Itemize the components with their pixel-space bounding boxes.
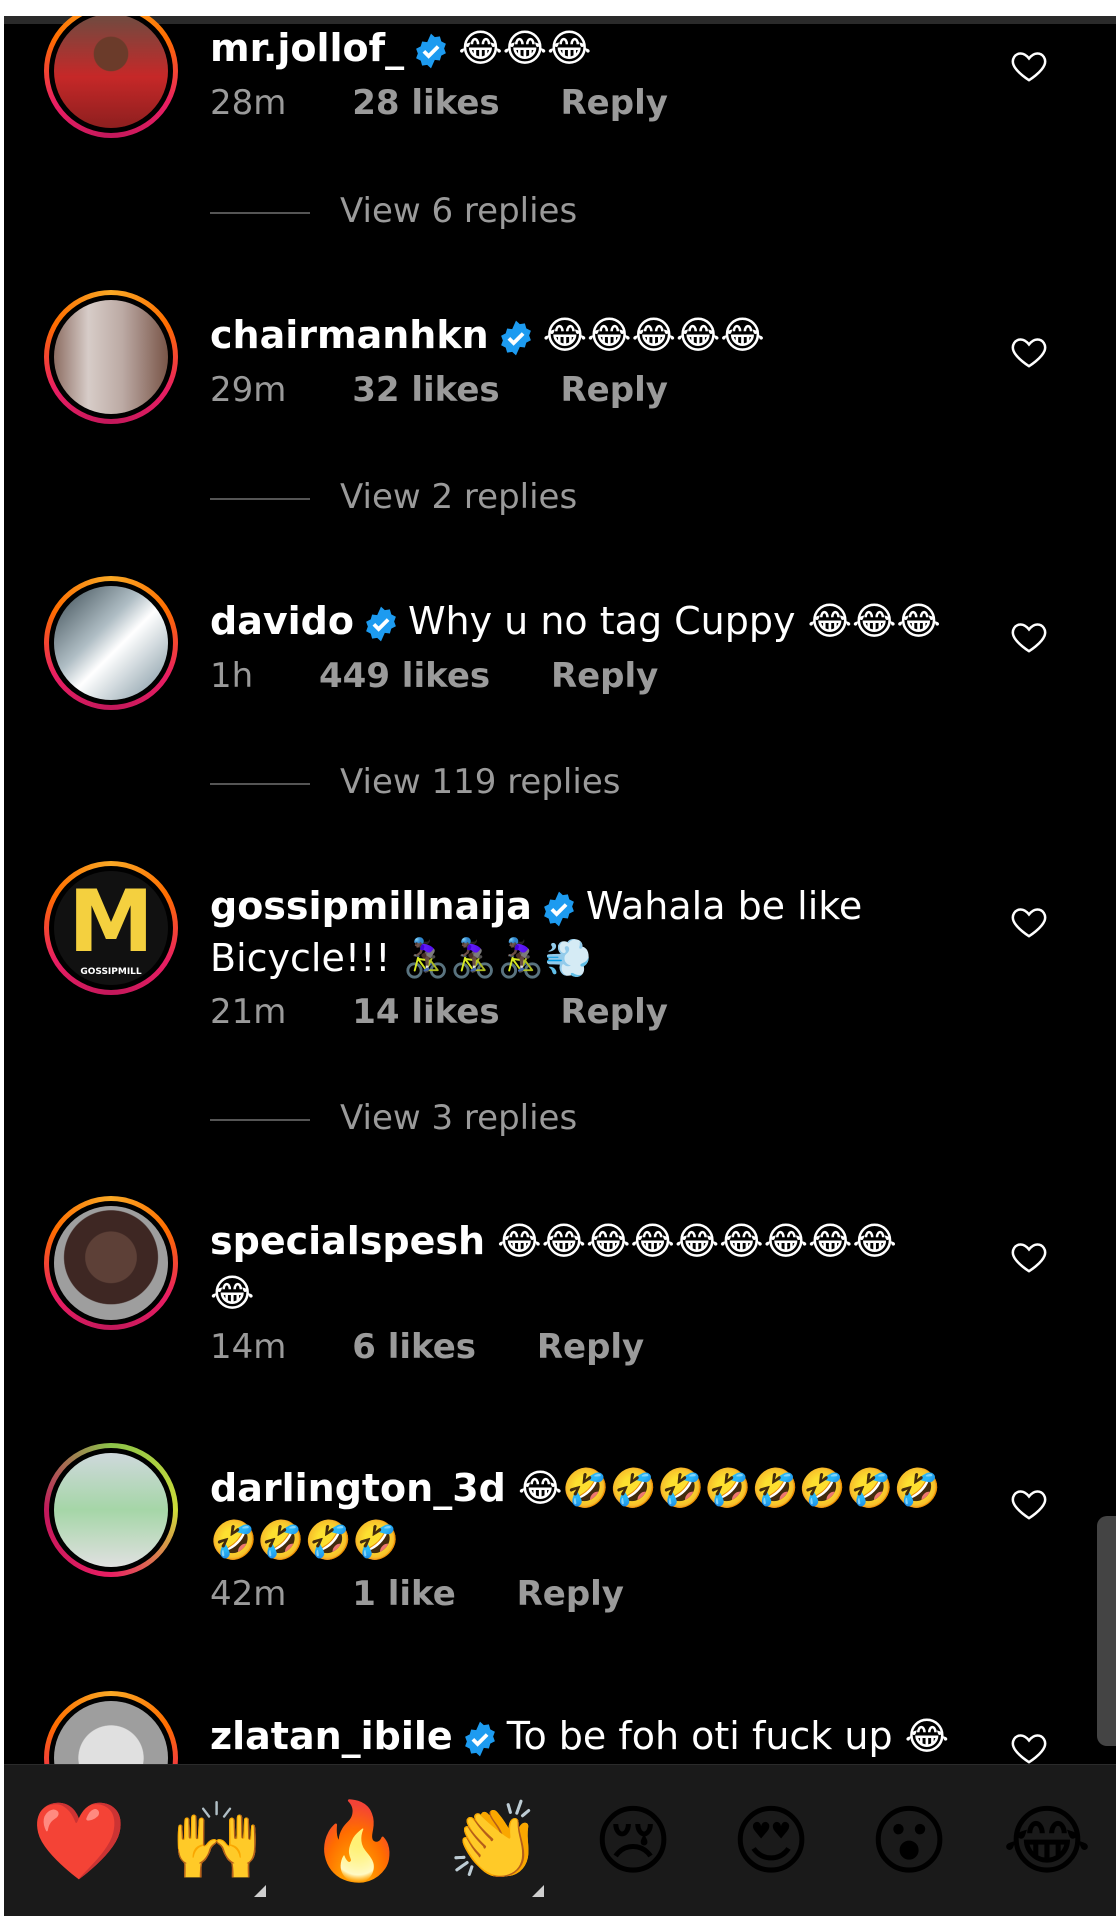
comments-screen: mr.jollof_ 😂😂😂 28m 28 likes Reply View 6 … [4,16,1116,1916]
skin-tone-indicator [532,1885,544,1897]
comment-text: Wahala be like [585,884,863,928]
heart-icon[interactable] [1009,332,1049,372]
comment-text: 😂😂😂😂😂 [542,313,765,357]
avatar[interactable] [44,576,178,710]
skin-tone-indicator [254,1885,266,1897]
comment-username[interactable]: chairmanhkn [210,313,489,357]
divider [210,497,310,500]
verified-badge-icon [543,891,574,926]
reply-button[interactable]: Reply [537,1327,644,1367]
reply-button[interactable]: Reply [551,656,658,696]
comment-meta: 21m 14 likes Reply [210,992,668,1032]
comment-time: 1h [210,656,254,696]
comment-text-continued: 😂 [210,1271,255,1315]
avatar[interactable] [44,1196,178,1330]
avatar[interactable] [44,16,178,138]
avatar[interactable]: M GOSSIPMILL [44,861,178,995]
reply-button[interactable]: Reply [560,83,667,123]
scrollbar[interactable] [1097,1516,1116,1746]
reply-button[interactable]: Reply [560,992,667,1032]
comment-username[interactable]: specialspesh [210,1219,485,1263]
view-replies-button[interactable]: View 3 replies [210,1098,577,1138]
comment-meta: 28m 28 likes Reply [210,83,668,123]
comment-meta: 42m 1 like Reply [210,1574,624,1614]
comment-username[interactable]: gossipmillnaija [210,884,532,928]
divider [210,1118,310,1121]
heart-icon[interactable] [1009,617,1049,657]
red-heart-icon[interactable]: ❤️ [29,1799,129,1883]
comment-meta: 14m 6 likes Reply [210,1327,644,1367]
avatar[interactable] [44,290,178,424]
divider [210,782,310,785]
comment-username[interactable]: darlington_3d [210,1466,506,1510]
gossipmill-logo: M GOSSIPMILL [54,871,168,985]
view-replies-label: View 3 replies [340,1098,578,1138]
comment-meta: 29m 32 likes Reply [210,370,668,410]
view-replies-button[interactable]: View 6 replies [210,191,577,231]
view-replies-label: View 6 replies [340,191,578,231]
crying-face-icon[interactable]: 😢 [583,1799,683,1883]
comment-likes[interactable]: 1 like [352,1574,456,1614]
comment-likes[interactable]: 449 likes [319,656,490,696]
comment-time: 14m [210,1327,287,1367]
reply-button[interactable]: Reply [517,1574,624,1614]
raising-hands-icon[interactable]: 🙌 [167,1799,267,1883]
comment-likes[interactable]: 28 likes [352,83,499,123]
comment-text: 😂😂😂 [458,26,592,70]
view-replies-button[interactable]: View 2 replies [210,477,577,517]
emoji-reaction-bar: ❤️ 🙌 🔥 👏 😢 😍 😮 😂 [4,1764,1116,1916]
reply-button[interactable]: Reply [560,370,667,410]
comment-username[interactable]: mr.jollof_ [210,26,404,70]
verified-badge-icon [500,320,531,355]
heart-eyes-icon[interactable]: 😍 [721,1799,821,1883]
heart-icon[interactable] [1009,1728,1049,1768]
heart-icon[interactable] [1009,1237,1049,1277]
comment-text: Why u no tag Cuppy 😂😂😂 [407,599,941,643]
comment-text: To be foh oti fuck up 😂 [506,1714,950,1758]
comment-likes[interactable]: 14 likes [352,992,499,1032]
comment-username[interactable]: zlatan_ibile [210,1714,453,1758]
avatar[interactable] [44,1443,178,1577]
verified-badge-icon [416,33,447,68]
view-replies-label: View 2 replies [340,477,578,517]
comment-text-continued: 🤣🤣🤣🤣 [210,1518,400,1562]
comment-text-continued: Bicycle!!! 🚴🏿‍♀️🚴🏿‍♀️🚴🏿‍♀️💨 [210,936,592,980]
comment-time: 42m [210,1574,287,1614]
clapping-hands-icon[interactable]: 👏 [445,1799,545,1883]
comment-username[interactable]: davido [210,599,354,643]
view-replies-button[interactable]: View 119 replies [210,762,620,802]
comment-text: 😂😂😂😂😂😂😂😂😂 [497,1219,897,1263]
verified-badge-icon [464,1721,495,1756]
surprised-face-icon[interactable]: 😮 [859,1799,959,1883]
comment-meta: 1h 449 likes Reply [210,656,658,696]
view-replies-label: View 119 replies [340,762,621,802]
comment-time: 21m [210,992,287,1032]
verified-badge-icon [366,606,396,641]
heart-icon[interactable] [1009,902,1049,942]
heart-icon[interactable] [1009,46,1049,86]
comment-time: 29m [210,370,287,410]
divider [210,211,310,214]
heart-icon[interactable] [1009,1484,1049,1524]
comment-likes[interactable]: 6 likes [352,1327,476,1367]
tears-of-joy-icon[interactable]: 😂 [997,1799,1097,1883]
comment-text: 😂🤣🤣🤣🤣🤣🤣🤣🤣 [517,1466,941,1510]
fire-icon[interactable]: 🔥 [307,1799,407,1883]
comment-likes[interactable]: 32 likes [352,370,499,410]
comment-time: 28m [210,83,287,123]
